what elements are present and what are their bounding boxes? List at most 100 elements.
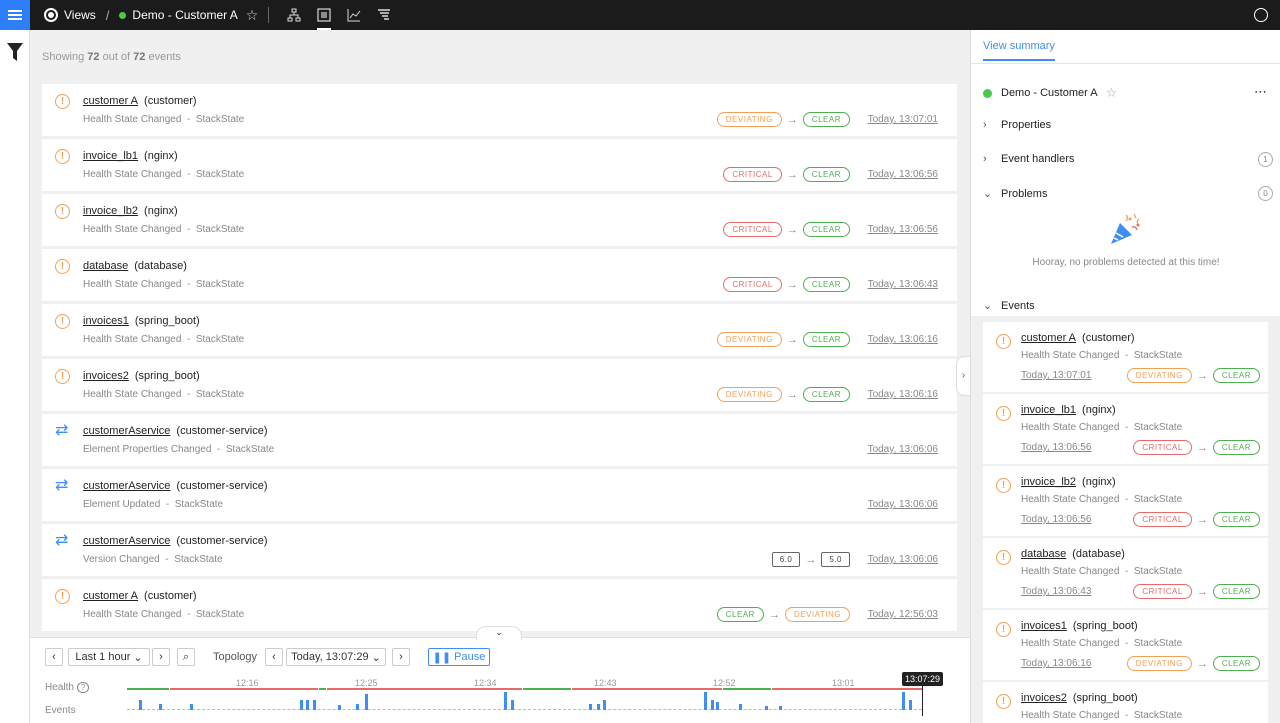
event-row[interactable]: ! database (database) Health State Change… (42, 249, 957, 301)
event-row[interactable]: ⇄ customerAservice (customer-service) Ele… (42, 469, 957, 521)
component-link[interactable]: invoice_lb1 (1021, 404, 1076, 416)
view-name[interactable]: Demo - Customer A (132, 8, 237, 22)
hamburger-menu-button[interactable] (0, 0, 30, 30)
problems-section[interactable]: ⌄ Problems 0 (983, 186, 1273, 201)
event-time-link[interactable]: Today, 13:06:06 (868, 554, 938, 565)
summary-view-name: Demo - Customer A (1001, 87, 1098, 99)
summary-event-card[interactable]: ! database (database) Health State Change… (983, 538, 1268, 608)
star-icon[interactable]: ☆ (246, 7, 259, 24)
event-count-bar[interactable] (589, 704, 592, 710)
event-time-link[interactable]: Today, 13:06:06 (868, 444, 938, 455)
component-link[interactable]: invoices1 (83, 315, 129, 327)
topology-next-button[interactable]: › (392, 648, 410, 666)
component-link[interactable]: invoices1 (1021, 620, 1067, 632)
component-link[interactable]: invoices2 (83, 370, 129, 382)
collapse-timeline-button[interactable]: ⌄ (476, 626, 522, 640)
event-count-bar[interactable] (306, 700, 309, 710)
event-row[interactable]: ! customer A (customer) Health State Chan… (42, 84, 957, 136)
component-link[interactable]: customer A (83, 590, 138, 602)
events-section[interactable]: ⌄ Events (983, 299, 1273, 313)
event-row[interactable]: ⇄ customerAservice (customer-service) Ele… (42, 414, 957, 466)
event-time-link[interactable]: Today, 13:06:56 (1021, 442, 1091, 453)
topology-time-select[interactable]: Today, 13:07:29 ⌄ (286, 648, 386, 666)
traces-view-button[interactable] (369, 0, 399, 30)
event-count-bar[interactable] (300, 700, 303, 710)
summary-event-card[interactable]: ! invoices1 (spring_boot) Health State Ch… (983, 610, 1268, 680)
component-link[interactable]: customerAservice (83, 425, 170, 437)
component-link[interactable]: invoices2 (1021, 692, 1067, 704)
event-handlers-section[interactable]: › Event handlers 1 (983, 151, 1273, 167)
event-count-bar[interactable] (159, 704, 162, 710)
event-time-link[interactable]: Today, 13:07:01 (1021, 370, 1091, 381)
event-count-bar[interactable] (716, 702, 719, 710)
properties-section[interactable]: › Properties (983, 119, 1273, 131)
user-avatar-icon[interactable] (1254, 8, 1268, 22)
event-count-bar[interactable] (504, 692, 507, 710)
event-row[interactable]: ! invoice_lb1 (nginx) Health State Change… (42, 139, 957, 191)
event-count-bar[interactable] (313, 700, 316, 710)
event-count-bar[interactable] (902, 692, 905, 710)
views-breadcrumb[interactable]: Views (44, 8, 96, 22)
event-row[interactable]: ! customer A (customer) Health State Chan… (42, 579, 957, 631)
zoom-icon[interactable]: ⌕ (177, 648, 195, 666)
component-link[interactable]: customerAservice (83, 535, 170, 547)
event-count-bar[interactable] (711, 700, 714, 710)
component-link[interactable]: customer A (1021, 332, 1076, 344)
events-view-button[interactable] (309, 0, 339, 30)
timeline-cursor[interactable] (922, 686, 923, 716)
event-count-bar[interactable] (139, 700, 142, 710)
filter-icon[interactable] (7, 43, 23, 61)
event-time-link[interactable]: Today, 13:07:01 (868, 114, 938, 125)
event-time-link[interactable]: Today, 13:06:43 (868, 279, 938, 290)
event-count-bar[interactable] (511, 700, 514, 710)
summary-event-card[interactable]: ! invoice_lb1 (nginx) Health State Change… (983, 394, 1268, 464)
component-link[interactable]: invoice_lb1 (83, 150, 138, 162)
component-link[interactable]: database (1021, 548, 1066, 560)
event-count-bar[interactable] (365, 694, 368, 710)
component-link[interactable]: invoice_lb2 (83, 205, 138, 217)
pause-button[interactable]: ❚❚ Pause (428, 648, 490, 666)
summary-event-card[interactable]: ! invoice_lb2 (nginx) Health State Change… (983, 466, 1268, 536)
star-icon[interactable]: ☆ (1106, 85, 1118, 101)
component-link[interactable]: database (83, 260, 128, 272)
more-options-icon[interactable]: ⋯ (1254, 84, 1268, 100)
event-time-link[interactable]: Today, 13:06:56 (868, 224, 938, 235)
event-count-bar[interactable] (356, 704, 359, 710)
event-count-bar[interactable] (909, 700, 912, 710)
event-count-bar[interactable] (779, 706, 782, 710)
component-link[interactable]: customer A (83, 95, 138, 107)
event-row[interactable]: ! invoice_lb2 (nginx) Health State Change… (42, 194, 957, 246)
warning-icon: ! (55, 314, 70, 329)
tab-view-summary[interactable]: View summary (983, 40, 1055, 61)
range-prev-button[interactable]: ‹ (45, 648, 63, 666)
summary-event-card[interactable]: ! invoices2 (spring_boot) Health State Ch… (983, 682, 1268, 723)
event-count-bar[interactable] (597, 704, 600, 710)
event-count-bar[interactable] (739, 704, 742, 710)
collapse-right-panel-button[interactable]: › (956, 356, 970, 396)
topology-view-button[interactable] (279, 0, 309, 30)
timeline-track[interactable]: 12:16 12:25 12:34 12:43 12:52 13:01 13:07:29 (127, 672, 944, 718)
event-time-link[interactable]: Today, 13:06:16 (868, 389, 938, 400)
event-time-link[interactable]: Today, 13:06:56 (868, 169, 938, 180)
event-time-link[interactable]: Today, 13:06:43 (1021, 586, 1091, 597)
component-link[interactable]: invoice_lb2 (1021, 476, 1076, 488)
event-time-link[interactable]: Today, 13:06:56 (1021, 514, 1091, 525)
event-time-link[interactable]: Today, 12:56:03 (868, 609, 938, 620)
topology-prev-button[interactable]: ‹ (265, 648, 283, 666)
event-row[interactable]: ⇄ customerAservice (customer-service) Ver… (42, 524, 957, 576)
event-row[interactable]: ! invoices1 (spring_boot) Health State Ch… (42, 304, 957, 356)
summary-event-card[interactable]: ! customer A (customer) Health State Chan… (983, 322, 1268, 392)
event-time-link[interactable]: Today, 13:06:06 (868, 499, 938, 510)
event-time-link[interactable]: Today, 13:06:16 (868, 334, 938, 345)
component-link[interactable]: customerAservice (83, 480, 170, 492)
metrics-view-button[interactable] (339, 0, 369, 30)
time-range-select[interactable]: Last 1 hour ⌄ (68, 648, 150, 666)
event-count-bar[interactable] (190, 704, 193, 710)
event-row[interactable]: ! invoices2 (spring_boot) Health State Ch… (42, 359, 957, 411)
event-count-bar[interactable] (603, 700, 606, 710)
event-count-bar[interactable] (704, 692, 707, 710)
event-count-bar[interactable] (765, 706, 768, 710)
range-next-button[interactable]: › (152, 648, 170, 666)
event-count-bar[interactable] (338, 705, 341, 710)
event-time-link[interactable]: Today, 13:06:16 (1021, 658, 1091, 669)
